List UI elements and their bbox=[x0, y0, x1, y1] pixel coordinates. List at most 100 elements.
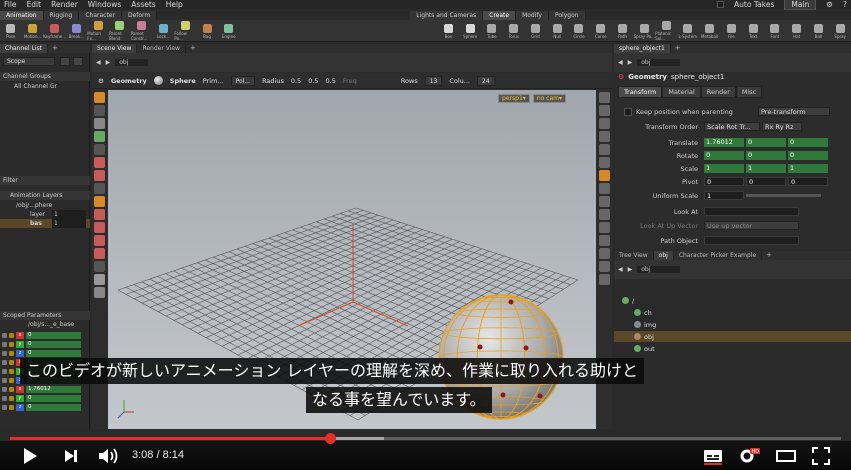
subtitles-icon[interactable] bbox=[703, 447, 723, 465]
keep-position-select[interactable]: Pre-transform bbox=[758, 107, 830, 116]
param-field[interactable]: 0 bbox=[788, 151, 828, 160]
layer-weight[interactable]: 1 bbox=[52, 210, 86, 219]
tab-render-view[interactable]: Render View bbox=[137, 44, 186, 53]
eye-icon[interactable] bbox=[2, 368, 7, 374]
volume-icon[interactable] bbox=[98, 447, 120, 465]
display-option-icon[interactable] bbox=[599, 157, 610, 168]
lock-icon[interactable] bbox=[9, 395, 14, 401]
shelf-tool-left-4[interactable]: Motion Fx... bbox=[87, 20, 109, 42]
lock-icon[interactable] bbox=[9, 368, 14, 374]
scoped-param-row[interactable]: x 1.76012 bbox=[0, 385, 90, 393]
param-field[interactable]: 1 bbox=[788, 164, 828, 173]
keep-position-checkbox[interactable] bbox=[624, 107, 632, 116]
shelf-tool-right-18[interactable]: Spray bbox=[829, 20, 851, 42]
add-tab-button[interactable]: + bbox=[671, 44, 685, 53]
eye-icon[interactable] bbox=[2, 350, 7, 356]
menu-assets[interactable]: Assets bbox=[131, 0, 155, 9]
menu-edit[interactable]: Edit bbox=[27, 0, 42, 9]
viewport-tool-icon[interactable] bbox=[94, 248, 105, 259]
scoped-param-row[interactable]: y0 bbox=[0, 340, 90, 348]
shelf-tool-left-1[interactable]: Motion... bbox=[22, 20, 44, 42]
shelf-tool-right-11[interactable]: L-System bbox=[677, 20, 699, 42]
scope-select[interactable]: Scope bbox=[3, 57, 55, 66]
shelf-tab-deform[interactable]: Deform bbox=[121, 11, 158, 20]
shelf-tool-right-3[interactable]: Torus bbox=[503, 20, 525, 42]
param-field[interactable]: 0 bbox=[746, 177, 786, 186]
menu-file[interactable]: File bbox=[4, 0, 17, 9]
layer-row[interactable]: bas 1 bbox=[0, 219, 90, 228]
viewport-tool-icon[interactable] bbox=[94, 170, 105, 181]
lock-icon[interactable] bbox=[9, 341, 14, 347]
viewport-tool-icon[interactable] bbox=[94, 287, 105, 298]
uniform-scale-field[interactable]: 1 bbox=[704, 191, 744, 200]
param-value[interactable]: 0 bbox=[26, 340, 81, 348]
display-option-icon[interactable] bbox=[599, 170, 610, 181]
shelf-tool-right-6[interactable]: Circle bbox=[568, 20, 590, 42]
play-icon[interactable] bbox=[22, 447, 38, 465]
radius-x-field[interactable]: 0.5 bbox=[291, 77, 301, 85]
param-field[interactable]: 0 bbox=[746, 138, 786, 147]
primitive-type-select[interactable]: Pol... bbox=[230, 75, 256, 86]
help-icon[interactable]: ? bbox=[843, 0, 847, 9]
gear-icon[interactable]: ⚙ bbox=[826, 0, 833, 9]
add-tab-button[interactable]: + bbox=[48, 44, 62, 53]
theater-mode-icon[interactable] bbox=[775, 447, 797, 465]
tab-transform[interactable]: Transform bbox=[618, 86, 663, 98]
tab-misc[interactable]: Misc bbox=[735, 86, 763, 98]
shelf-tool-right-16[interactable]: Hat bbox=[786, 20, 808, 42]
menu-windows[interactable]: Windows bbox=[88, 0, 121, 9]
back-arrow-icon[interactable]: ◀ bbox=[618, 266, 623, 273]
param-field[interactable]: 0 bbox=[788, 177, 828, 186]
camera-icon[interactable] bbox=[60, 57, 70, 66]
display-option-icon[interactable] bbox=[599, 105, 610, 116]
layer-weight[interactable]: 1 bbox=[52, 219, 86, 228]
eye-icon[interactable] bbox=[2, 386, 7, 392]
radius-y-field[interactable]: 0.5 bbox=[308, 77, 318, 85]
parameter-path[interactable]: obj bbox=[637, 59, 681, 66]
viewport-tool-icon[interactable] bbox=[94, 118, 105, 129]
scene-path[interactable]: obj bbox=[115, 59, 149, 66]
display-option-icon[interactable] bbox=[599, 209, 610, 220]
shelf-tool-left-3[interactable]: Break... bbox=[66, 20, 88, 42]
menu-help[interactable]: Help bbox=[166, 0, 183, 9]
filter-header[interactable]: Filter bbox=[0, 176, 90, 185]
viewport-tool-icon[interactable] bbox=[94, 144, 105, 155]
tab-tree-view[interactable]: Tree View bbox=[614, 251, 654, 260]
lock-icon[interactable] bbox=[73, 57, 83, 66]
tree-node[interactable]: ch bbox=[614, 307, 851, 318]
shelf-tool-left-9[interactable]: Bag bbox=[196, 20, 218, 42]
eye-icon[interactable] bbox=[2, 341, 7, 347]
viewport-tool-icon[interactable] bbox=[94, 92, 105, 103]
tree-node[interactable]: / bbox=[614, 295, 851, 306]
progress-bar[interactable] bbox=[10, 433, 841, 444]
shelf-tool-right-7[interactable]: Curve bbox=[590, 20, 612, 42]
lock-icon[interactable] bbox=[9, 350, 14, 356]
forward-arrow-icon[interactable]: ▶ bbox=[106, 59, 111, 66]
shelf-tool-right-4[interactable]: Grid bbox=[525, 20, 547, 42]
display-option-icon[interactable] bbox=[599, 131, 610, 142]
shelf-tool-right-0[interactable]: Box bbox=[438, 20, 460, 42]
shelf-tool-left-7[interactable]: Lock... bbox=[153, 20, 175, 42]
eye-icon[interactable] bbox=[2, 404, 7, 410]
eye-icon[interactable] bbox=[2, 359, 7, 365]
shelf-tab-rigging[interactable]: Rigging bbox=[43, 11, 80, 20]
shelf-tool-left-6[interactable]: Parent Constr... bbox=[131, 20, 153, 42]
lock-icon[interactable] bbox=[9, 386, 14, 392]
param-field[interactable]: 0 bbox=[788, 138, 828, 147]
shelf-tab-polygon[interactable]: Polygon bbox=[548, 11, 586, 20]
viewport-tool-icon[interactable] bbox=[94, 131, 105, 142]
gear-icon[interactable]: ⚙ bbox=[98, 77, 104, 85]
viewport-tool-icon[interactable] bbox=[94, 209, 105, 220]
param-value[interactable]: 0 bbox=[26, 394, 81, 402]
shelf-tool-right-1[interactable]: Sphere bbox=[459, 20, 481, 42]
tab-obj[interactable]: obj bbox=[653, 251, 674, 260]
param-field[interactable]: 1 bbox=[704, 164, 744, 173]
rotate-order-select[interactable]: Rx Ry Rz bbox=[762, 122, 802, 131]
viewport-tool-icon[interactable] bbox=[94, 196, 105, 207]
shelf-tool-right-10[interactable]: Platonic Sol... bbox=[655, 20, 677, 42]
tree-node[interactable]: img bbox=[614, 319, 851, 330]
shelf-tab-character[interactable]: Character bbox=[79, 11, 122, 20]
shelf-tool-left-8[interactable]: Follow Pa... bbox=[174, 20, 196, 42]
shelf-tool-left-5[interactable]: Parent Blend bbox=[109, 20, 131, 42]
add-tab-button[interactable]: + bbox=[762, 251, 776, 260]
